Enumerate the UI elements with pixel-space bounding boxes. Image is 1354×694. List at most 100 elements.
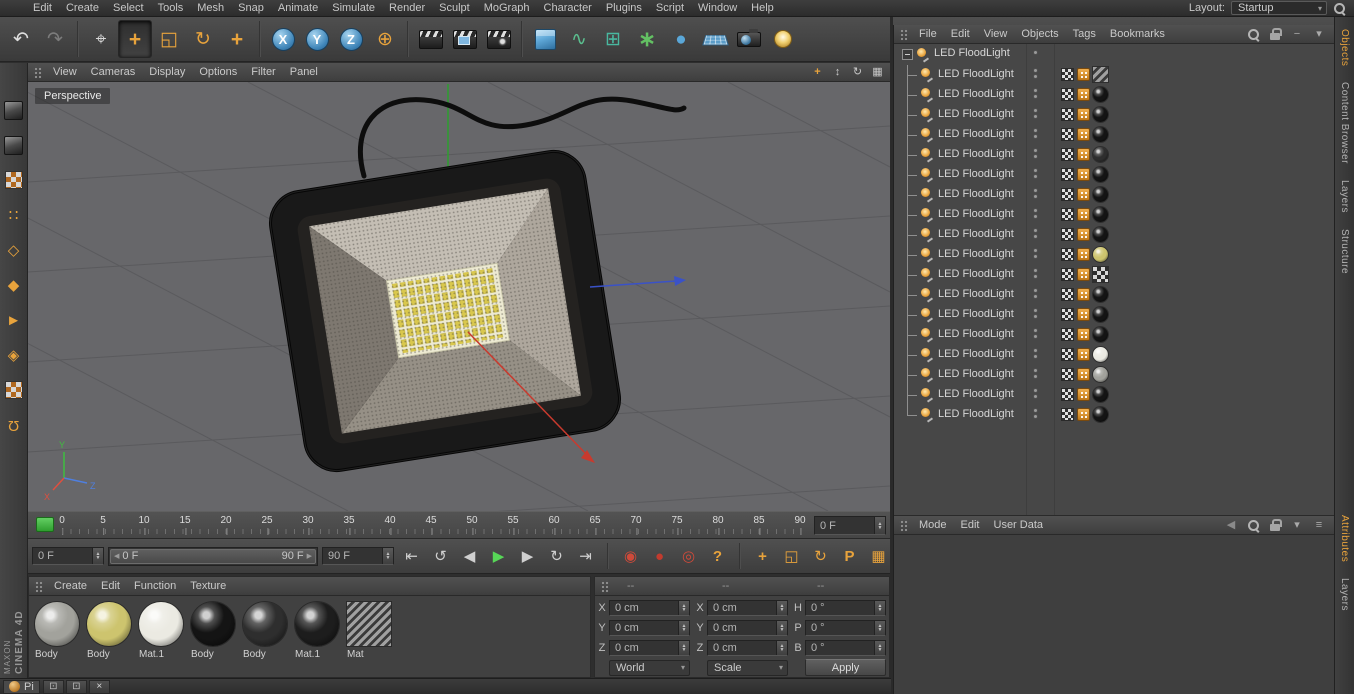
rotate-button[interactable]: ↻ [186, 20, 220, 58]
attr-search-button[interactable] [1245, 518, 1261, 533]
frame-stepper[interactable]: ▲▼ [874, 517, 885, 534]
lock-x-axis-button[interactable]: X [266, 20, 300, 58]
panel-grip-icon[interactable] [899, 28, 908, 41]
visibility-dots[interactable] [1033, 348, 1038, 359]
om-panel-menu-button[interactable]: ▾ [1311, 27, 1327, 42]
phong-tag-icon[interactable] [1077, 68, 1090, 81]
attr-history-button[interactable]: ▾ [1289, 518, 1305, 533]
phong-tag-icon[interactable] [1077, 388, 1090, 401]
phong-tag-icon[interactable] [1077, 88, 1090, 101]
visibility-dots[interactable] [1033, 328, 1038, 339]
object-row[interactable]: LED FloodLight [894, 265, 1334, 285]
phong-tag-icon[interactable] [1077, 368, 1090, 381]
material-preview[interactable] [139, 602, 183, 646]
workplane-mode-button[interactable] [1, 377, 27, 403]
layout-select[interactable]: Startup ▾ [1231, 1, 1327, 15]
material-thumbnail[interactable] [1093, 127, 1108, 142]
phong-tag-icon[interactable] [1077, 148, 1090, 161]
menu-edit[interactable]: Edit [26, 1, 59, 15]
object-row[interactable]: LED FloodLight [894, 365, 1334, 385]
material-thumbnail[interactable] [1093, 167, 1108, 182]
panel-grip-icon[interactable] [899, 519, 908, 532]
material-preview[interactable] [35, 602, 79, 646]
panel-tab-structure[interactable]: Structure [1339, 229, 1350, 274]
object-manager-menu-edit[interactable]: Edit [944, 28, 977, 40]
animation-start-field[interactable]: 0 F ▲▼ [32, 547, 104, 565]
rotate-view-button[interactable]: ↻ [849, 65, 866, 80]
stepper[interactable]: ▲▼ [776, 641, 787, 655]
scale-button[interactable]: ◱ [152, 20, 186, 58]
material-preview[interactable] [243, 602, 287, 646]
stepper[interactable]: ▲▼ [678, 621, 689, 635]
material-preview[interactable] [347, 602, 391, 646]
viewport-menu-filter[interactable]: Filter [244, 66, 282, 78]
material-thumbnail[interactable] [1093, 247, 1108, 262]
live-selection-button[interactable]: ⌖ [84, 20, 118, 58]
panel-tab-objects[interactable]: Objects [1339, 29, 1350, 66]
panel-grip-icon[interactable] [33, 66, 42, 79]
previous-frame-button[interactable]: ◀ [456, 543, 483, 569]
attribute-menu-edit[interactable]: Edit [954, 519, 987, 531]
tweak-mode-button[interactable]: ◈ [1, 342, 27, 368]
material-thumbnail[interactable] [1093, 147, 1108, 162]
search-icon[interactable] [1333, 2, 1346, 15]
texture-tag-icon[interactable] [1061, 408, 1074, 421]
object-row[interactable]: LED FloodLight [894, 285, 1334, 305]
phong-tag-icon[interactable] [1077, 208, 1090, 221]
menu-animate[interactable]: Animate [271, 1, 325, 15]
redo-button[interactable]: ↷ [38, 20, 72, 58]
om-minimize-button[interactable]: − [1289, 27, 1305, 42]
timeline-range-slider[interactable]: ◀ 0 F 90 F ▶ [108, 547, 318, 566]
attr-lock-button[interactable] [1267, 518, 1283, 533]
collapse-expander-icon[interactable] [902, 49, 913, 60]
texture-tag-icon[interactable] [1061, 248, 1074, 261]
current-frame-marker[interactable] [36, 517, 54, 532]
mograph-cloner-button[interactable]: ⊞ [596, 20, 630, 58]
texture-tag-icon[interactable] [1061, 288, 1074, 301]
start-stepper[interactable]: ▲▼ [92, 548, 103, 564]
texture-tag-icon[interactable] [1061, 388, 1074, 401]
menu-script[interactable]: Script [649, 1, 691, 15]
phong-tag-icon[interactable] [1077, 108, 1090, 121]
model-mode-button[interactable] [1, 132, 27, 158]
menu-character[interactable]: Character [537, 1, 599, 15]
material-preview[interactable] [87, 602, 131, 646]
material-thumbnail[interactable] [1093, 87, 1108, 102]
key-position-button[interactable]: + [749, 543, 776, 569]
object-manager-menu-objects[interactable]: Objects [1014, 28, 1065, 40]
polygon-mode-button[interactable]: ◆ [1, 272, 27, 298]
stepper[interactable]: ▲▼ [874, 601, 885, 615]
material-thumbnail[interactable] [1093, 67, 1108, 82]
material-preview[interactable] [295, 602, 339, 646]
render-view-button[interactable] [414, 20, 448, 58]
material-thumbnail[interactable] [1093, 267, 1108, 282]
move-button[interactable]: + [118, 20, 152, 58]
object-row[interactable]: LED FloodLight [894, 225, 1334, 245]
size-y-field[interactable]: 0 cm▲▼ [707, 620, 788, 636]
menu-create[interactable]: Create [59, 1, 106, 15]
visibility-dots[interactable] [1033, 248, 1038, 259]
material-item[interactable]: Body [87, 602, 134, 671]
lock-z-axis-button[interactable]: Z [334, 20, 368, 58]
visibility-dots[interactable] [1033, 268, 1038, 279]
timeline-ruler[interactable]: 051015202530354045505560657075808590 0 F… [28, 511, 890, 539]
position-x-field[interactable]: 0 cm▲▼ [609, 600, 690, 616]
attr-back-button[interactable]: ◀ [1223, 518, 1239, 533]
lock-y-axis-button[interactable]: Y [300, 20, 334, 58]
rotation-h-field[interactable]: 0 °▲▼ [805, 600, 886, 616]
light-button[interactable] [766, 20, 800, 58]
object-row[interactable]: LED FloodLight [894, 105, 1334, 125]
menu-mesh[interactable]: Mesh [190, 1, 231, 15]
axis-mode-button[interactable]: ► [1, 307, 27, 333]
stepper[interactable]: ▲▼ [776, 621, 787, 635]
visibility-dots[interactable] [1033, 128, 1038, 139]
coord-header-menu[interactable]: -- [708, 580, 803, 592]
material-thumbnail[interactable] [1093, 347, 1108, 362]
object-root-row[interactable]: LED FloodLight [894, 44, 1334, 65]
record-active-objects-button[interactable]: ◉ [617, 543, 644, 569]
next-key-button[interactable]: ↻ [543, 543, 570, 569]
object-row[interactable]: LED FloodLight [894, 245, 1334, 265]
position-y-field[interactable]: 0 cm▲▼ [609, 620, 690, 636]
object-row[interactable]: LED FloodLight [894, 385, 1334, 405]
autokeying-button[interactable]: ● [646, 543, 673, 569]
